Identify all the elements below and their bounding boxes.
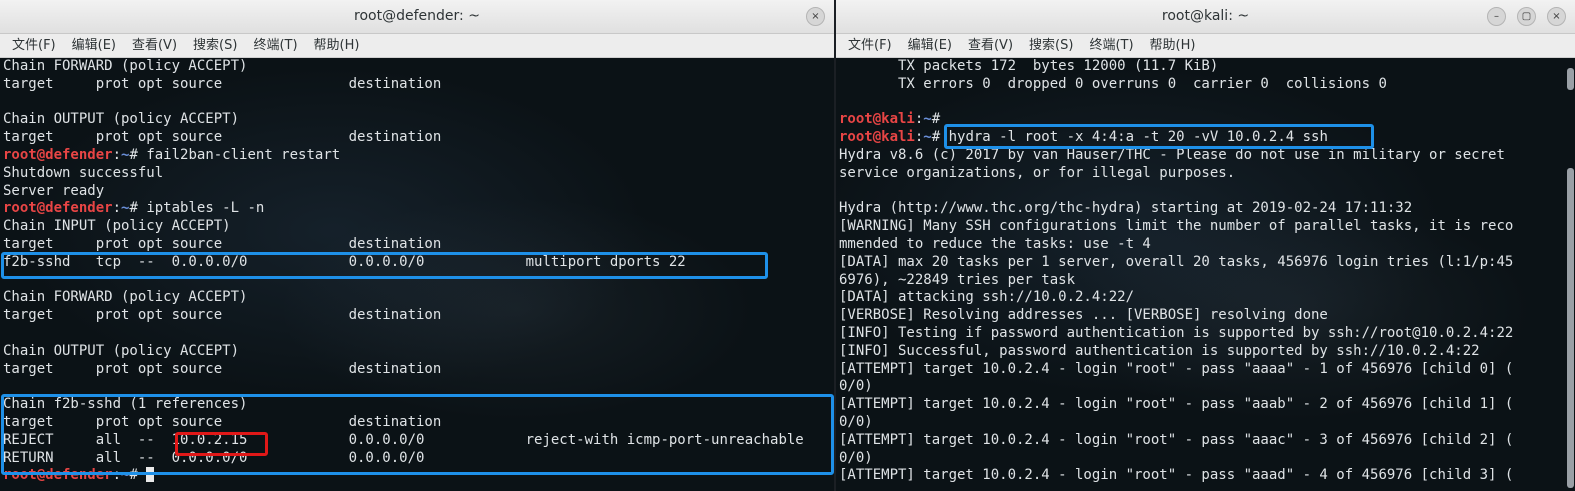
menu-edit[interactable]: 编辑(E): [900, 34, 960, 57]
maximize-icon[interactable]: ▢: [1517, 7, 1536, 26]
text-cursor: [146, 467, 155, 483]
terminal-line: target prot opt source destination: [3, 235, 442, 252]
minimize-icon[interactable]: –: [1487, 7, 1506, 26]
menu-view[interactable]: 查看(V): [124, 34, 185, 57]
prompt-end: #: [129, 200, 147, 217]
prompt-end: #: [129, 467, 147, 484]
menu-help[interactable]: 帮助(H): [1142, 34, 1204, 57]
prompt-separator: :: [112, 200, 122, 217]
prompt-end: #: [931, 129, 949, 146]
prompt-end: #: [931, 111, 949, 128]
terminal-line: root@kali:~#: [839, 111, 1575, 129]
terminal-line: Chain FORWARD (policy ACCEPT): [3, 58, 248, 74]
terminal-output[interactable]: TX packets 172 bytes 12000 (11.7 KiB) TX…: [836, 58, 1575, 491]
prompt-separator: :: [112, 467, 122, 484]
terminal-line: [ATTEMPT] target 10.0.2.4 - login "root"…: [839, 431, 1514, 448]
terminal-line: [INFO] Testing if password authenticatio…: [839, 324, 1514, 341]
terminal-line: [ATTEMPT] target 10.0.2.4 - login "root"…: [839, 396, 1514, 413]
scrollbar-thumb[interactable]: [1567, 168, 1574, 488]
prompt-path: ~: [923, 111, 932, 128]
window-titlebar[interactable]: root@kali: ~ – ▢ ×: [836, 0, 1575, 34]
terminal-line: target prot opt source destination: [3, 307, 442, 324]
window-title: root@kali: ~: [1161, 8, 1250, 24]
terminal-line: [VERBOSE] Resolving addresses ... [VERBO…: [839, 307, 1328, 324]
close-icon[interactable]: ×: [1547, 7, 1566, 26]
terminal-line: RETURN all -- 0.0.0.0/0 0.0.0.0/0: [3, 449, 425, 466]
prompt-path: ~: [923, 129, 932, 146]
terminal-line: Hydra (http://www.thc.org/thc-hydra) sta…: [839, 200, 1413, 217]
terminal-line: root@defender:~#: [3, 467, 834, 485]
terminal-line: Chain f2b-sshd (1 references): [3, 396, 248, 413]
close-icon[interactable]: ×: [806, 7, 825, 26]
menu-search[interactable]: 搜索(S): [1021, 34, 1081, 57]
terminal-line: 0/0): [839, 449, 873, 466]
terminal-line: REJECT all -- 10.0.2.15 0.0.0.0/0 reject…: [3, 431, 804, 448]
terminal-line: Shutdown successful: [3, 164, 164, 181]
menu-file[interactable]: 文件(F): [840, 34, 900, 57]
terminal-line: Server ready: [3, 182, 105, 199]
terminal-line: [DATA] max 20 tasks per 1 server, overal…: [839, 253, 1514, 270]
terminal-line: f2b-sshd tcp -- 0.0.0.0/0 0.0.0.0/0 mult…: [3, 253, 686, 270]
terminal-line: service organizations, or for illegal pu…: [839, 164, 1236, 181]
menu-terminal[interactable]: 终端(T): [1081, 34, 1141, 57]
terminal-line: 6976), ~22849 tries per task: [839, 271, 1076, 288]
terminal-line: target prot opt source destination: [3, 129, 442, 146]
prompt-user: root@defender: [3, 467, 113, 484]
terminal-line: Chain INPUT (policy ACCEPT): [3, 218, 231, 235]
terminal-line: [INFO] Successful, password authenticati…: [839, 342, 1480, 359]
prompt-user: root@kali: [839, 129, 915, 146]
terminal-line: target prot opt source destination: [3, 75, 442, 92]
terminal-line: [DATA] attacking ssh://10.0.2.4:22/: [839, 289, 1135, 306]
scrollbar-thumb-top[interactable]: [1567, 68, 1574, 90]
terminal-line: root@kali:~# hydra -l root -x 4:4:a -t 2…: [839, 129, 1575, 147]
terminal-line: Chain FORWARD (policy ACCEPT): [3, 289, 248, 306]
terminal-line: [ATTEMPT] target 10.0.2.4 - login "root"…: [839, 360, 1514, 377]
terminal-output[interactable]: Chain FORWARD (policy ACCEPT) target prot…: [0, 58, 834, 491]
menu-search[interactable]: 搜索(S): [185, 34, 245, 57]
terminal-line: mmended to reduce the tasks: use -t 4: [839, 235, 1151, 252]
terminal-line: Chain OUTPUT (policy ACCEPT): [3, 111, 240, 128]
terminal-line: 0/0): [839, 378, 873, 395]
defender-terminal-window: root@defender: ~ × 文件(F) 编辑(E) 查看(V) 搜索(…: [0, 0, 834, 491]
terminal-line: target prot opt source destination: [3, 413, 442, 430]
menu-file[interactable]: 文件(F): [4, 34, 64, 57]
terminal-lines: TX packets 172 bytes 12000 (11.7 KiB) TX…: [839, 58, 1575, 485]
menu-edit[interactable]: 编辑(E): [64, 34, 124, 57]
menu-bar: 文件(F) 编辑(E) 查看(V) 搜索(S) 终端(T) 帮助(H): [836, 34, 1575, 58]
terminal-line: [ATTEMPT] target 10.0.2.4 - login "root"…: [839, 467, 1514, 484]
window-title: root@defender: ~: [354, 8, 480, 24]
menu-terminal[interactable]: 终端(T): [245, 34, 305, 57]
terminal-line: 0/0): [839, 413, 873, 430]
prompt-user: root@kali: [839, 111, 915, 128]
menu-bar: 文件(F) 编辑(E) 查看(V) 搜索(S) 终端(T) 帮助(H): [0, 34, 834, 58]
command-text: iptables -L -n: [146, 200, 265, 217]
menu-help[interactable]: 帮助(H): [306, 34, 368, 57]
scrollbar[interactable]: [1567, 58, 1574, 491]
prompt-user: root@defender: [3, 200, 113, 217]
terminal-line: target prot opt source destination: [3, 360, 442, 377]
terminal-line: TX packets 172 bytes 12000 (11.7 KiB): [839, 58, 1219, 74]
command-text: fail2ban-client restart: [146, 146, 341, 163]
prompt-separator: :: [112, 146, 122, 163]
terminal-line: root@defender:~# fail2ban-client restart: [3, 147, 834, 165]
terminal-line: root@defender:~# iptables -L -n: [3, 200, 834, 218]
command-text: hydra -l root -x 4:4:a -t 20 -vV 10.0.2.…: [948, 129, 1328, 146]
kali-terminal-window: root@kali: ~ – ▢ × 文件(F) 编辑(E) 查看(V) 搜索(…: [836, 0, 1575, 491]
prompt-end: #: [129, 146, 147, 163]
terminal-line: Chain OUTPUT (policy ACCEPT): [3, 342, 240, 359]
window-titlebar[interactable]: root@defender: ~ ×: [0, 0, 834, 34]
terminal-line: Hydra v8.6 (c) 2017 by van Hauser/THC - …: [839, 146, 1505, 163]
prompt-user: root@defender: [3, 146, 113, 163]
terminal-lines: Chain FORWARD (policy ACCEPT) target prot…: [3, 58, 834, 485]
terminal-line: TX errors 0 dropped 0 overruns 0 carrier…: [839, 75, 1387, 92]
menu-view[interactable]: 查看(V): [960, 34, 1021, 57]
terminal-line: [WARNING] Many SSH configurations limit …: [839, 218, 1514, 235]
